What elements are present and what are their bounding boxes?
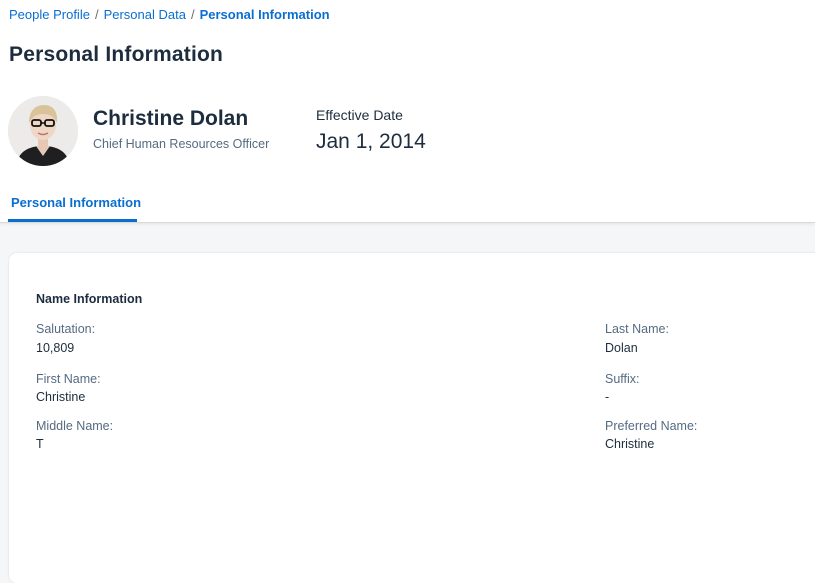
preferred-name-label: Preferred Name: xyxy=(605,419,698,433)
middle-name-value: T xyxy=(36,437,44,451)
breadcrumb-link-people-profile[interactable]: People Profile xyxy=(9,7,90,22)
employee-name: Christine Dolan xyxy=(93,107,249,130)
effective-date-label: Effective Date xyxy=(316,107,403,123)
salutation-label: Salutation: xyxy=(36,322,96,336)
tab-selected-indicator xyxy=(8,219,137,222)
salutation-value: 10,809 xyxy=(36,341,75,355)
suffix-label: Suffix: xyxy=(605,372,640,386)
preferred-name-value: Christine xyxy=(605,437,655,451)
page-title: Personal Information xyxy=(9,43,224,66)
tab-personal-information[interactable]: Personal Information xyxy=(8,195,144,222)
avatar xyxy=(8,96,78,166)
breadcrumb-current: Personal Information xyxy=(199,7,330,22)
first-name-label: First Name: xyxy=(36,372,101,386)
employee-job-title: Chief Human Resources Officer xyxy=(93,137,270,151)
breadcrumb-separator: / xyxy=(190,7,195,22)
breadcrumb-link-personal-data[interactable]: Personal Data xyxy=(104,7,186,22)
section-title: Name Information xyxy=(36,292,143,306)
middle-name-label: Middle Name: xyxy=(36,419,114,433)
last-name-value: Dolan xyxy=(605,341,638,355)
breadcrumb: People Profile / Personal Data / Persona… xyxy=(9,7,330,22)
last-name-label: Last Name: xyxy=(605,322,669,336)
effective-date-value: Jan 1, 2014 xyxy=(316,130,426,153)
object-page-header: People Profile / Personal Data / Persona… xyxy=(0,0,815,223)
suffix-value: - xyxy=(605,390,610,404)
avatar-photo-icon xyxy=(8,96,78,166)
breadcrumb-separator: / xyxy=(94,7,99,22)
first-name-value: Christine xyxy=(36,390,86,404)
